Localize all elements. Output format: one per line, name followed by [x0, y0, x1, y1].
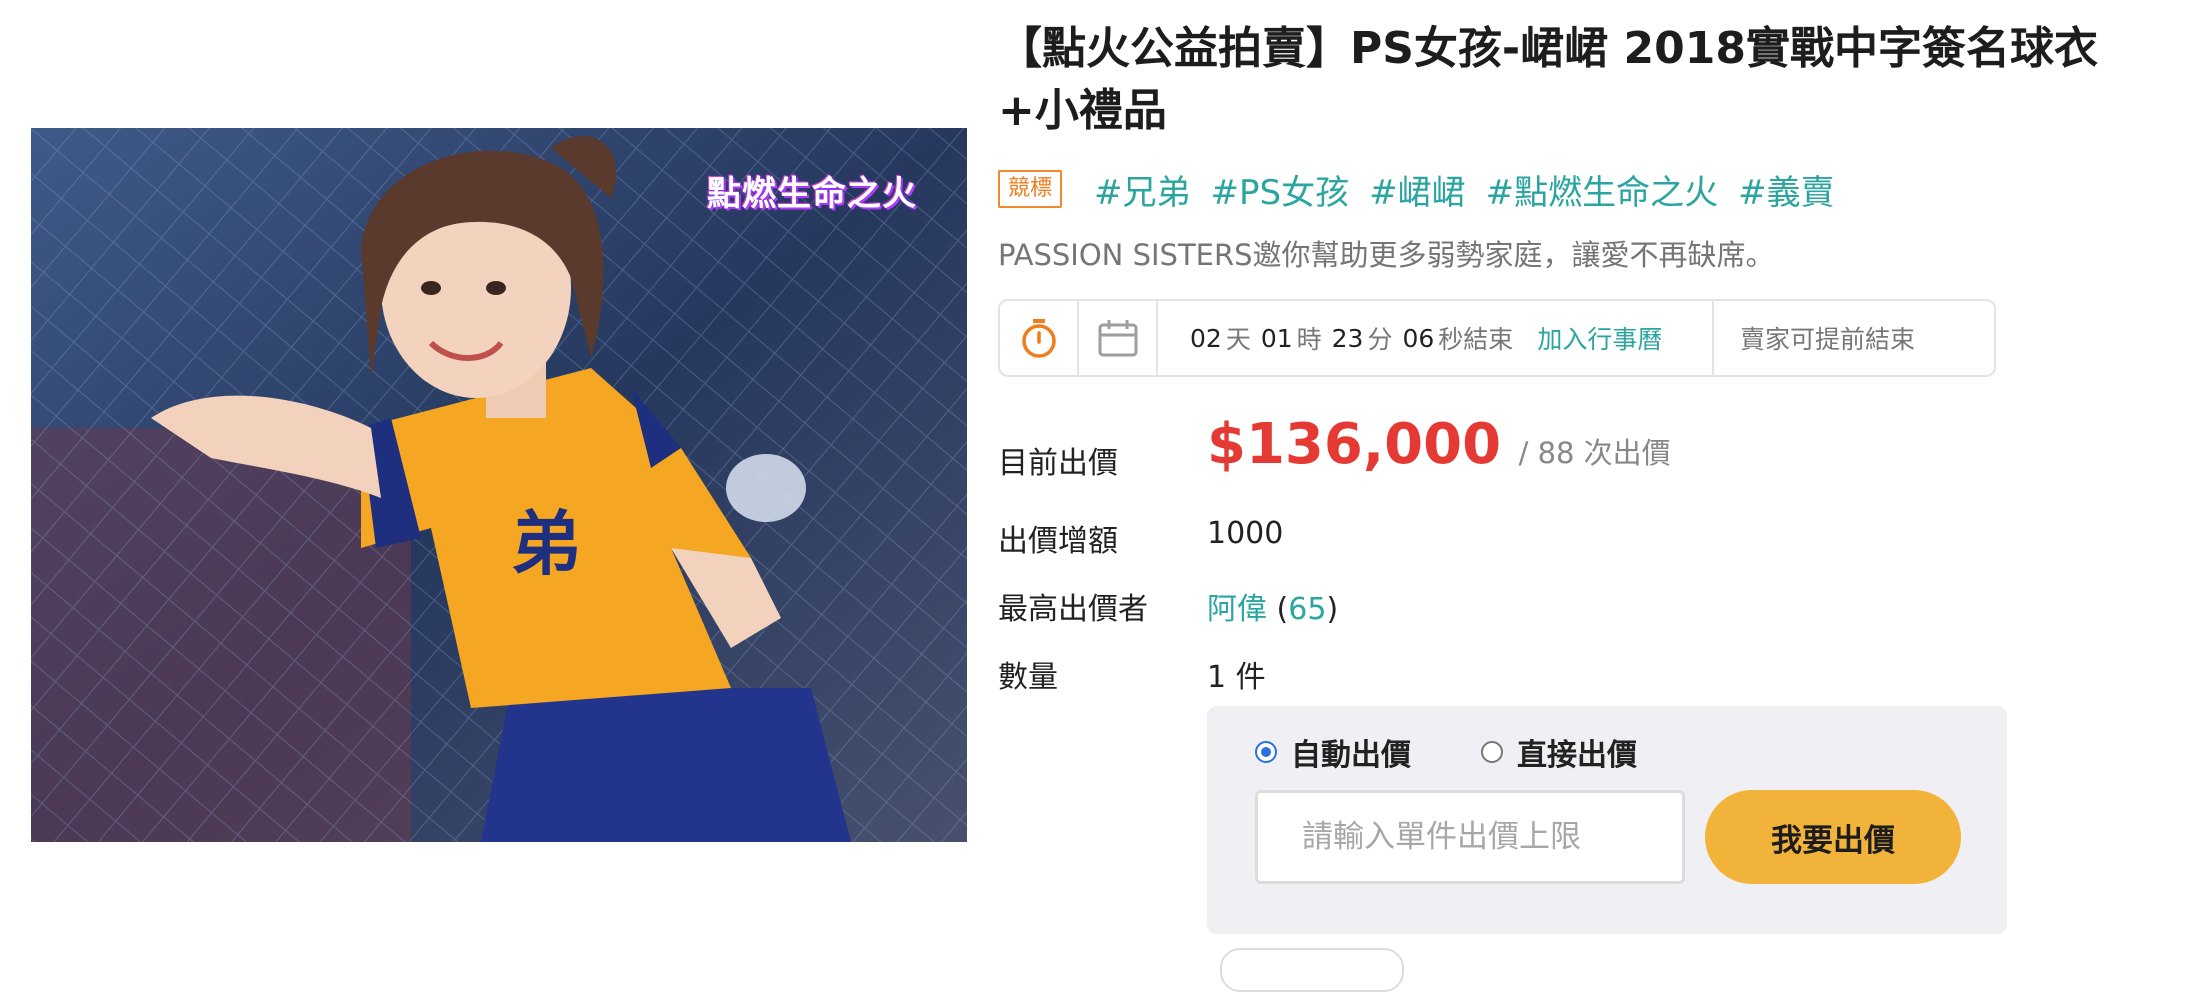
auction-type-badge: 競標	[998, 170, 1063, 208]
partial-button-below[interactable]	[1220, 948, 1404, 992]
seller-early-end-note: 賣家可提前結束	[1740, 325, 1916, 354]
auto-bid-label[interactable]: 自動出價	[1291, 730, 1411, 774]
tag-link[interactable]: #PS女孩	[1211, 165, 1350, 214]
current-bid-row: $136,000 / 88 次出價	[1207, 412, 1671, 477]
top-bidder-name[interactable]: 阿偉	[1207, 592, 1267, 627]
svg-text:弟: 弟	[511, 502, 581, 585]
bid-increment-value: 1000	[1207, 516, 1284, 551]
countdown-days: 02	[1190, 323, 1222, 353]
direct-bid-label[interactable]: 直接出價	[1517, 730, 1637, 774]
calendar-icon[interactable]	[1079, 301, 1158, 375]
tag-link[interactable]: #義賣	[1738, 165, 1835, 214]
bid-panel: 自動出價 直接出價 我要出價	[1207, 706, 2007, 934]
product-subtitle: PASSION SISTERS邀你幫助更多弱勢家庭，讓愛不再缺席。	[998, 238, 1775, 272]
max-bid-input[interactable]	[1255, 790, 1685, 884]
countdown-minutes: 23	[1331, 323, 1364, 353]
current-bid-price: $136,000	[1207, 412, 1502, 477]
add-to-calendar-link[interactable]: 加入行事曆	[1537, 320, 1662, 356]
top-bidder-paren-close: )	[1326, 592, 1339, 627]
product-photo[interactable]: 弟 點燃生命之火	[31, 128, 967, 842]
tag-row: 競標 #兄弟 #PS女孩 #峮峮 #點燃生命之火 #義賣	[998, 164, 1855, 214]
tag-link[interactable]: #峮峮	[1369, 165, 1466, 214]
product-title: 【點火公益拍賣】PS女孩-峮峮 2018實戰中字簽名球衣+小禮品	[998, 23, 2098, 136]
tag-link[interactable]: #點燃生命之火	[1486, 165, 1719, 214]
bid-mode-selector: 自動出價 直接出價	[1255, 730, 1707, 774]
quantity-value: 1 件	[1207, 660, 1266, 695]
top-bidder-paren-open: (	[1267, 592, 1289, 627]
top-bidder-label: 最高出價者	[998, 592, 1148, 627]
direct-bid-radio[interactable]	[1481, 741, 1503, 763]
countdown-minutes-unit: 分	[1367, 325, 1393, 354]
countdown-seconds-unit: 秒結束	[1438, 325, 1514, 354]
quantity-label: 數量	[998, 660, 1058, 695]
current-bid-label: 目前出價	[998, 446, 1118, 481]
countdown-seconds: 06	[1402, 323, 1435, 353]
countdown-text: 02 天 01 時 23 分 06 秒結束 加入行事曆	[1158, 301, 1714, 375]
event-logo: 點燃生命之火	[707, 174, 917, 214]
top-bidder-rating[interactable]: 65	[1288, 592, 1326, 627]
tag-link[interactable]: #兄弟	[1094, 165, 1191, 214]
product-photo-illustration: 弟	[31, 128, 967, 842]
bid-increment-label: 出價增額	[998, 524, 1118, 559]
countdown-days-unit: 天	[1225, 325, 1251, 354]
countdown-hours: 01	[1260, 323, 1293, 353]
countdown-hours-unit: 時	[1296, 325, 1322, 354]
countdown-box: 02 天 01 時 23 分 06 秒結束 加入行事曆 賣家可提前結束	[998, 299, 1996, 377]
auto-bid-radio[interactable]	[1255, 741, 1277, 763]
top-bidder-row: 阿偉 (65)	[1207, 584, 1338, 628]
bid-count[interactable]: / 88 次出價	[1519, 436, 1671, 470]
stopwatch-icon	[1000, 301, 1079, 375]
place-bid-button[interactable]: 我要出價	[1705, 790, 1961, 884]
